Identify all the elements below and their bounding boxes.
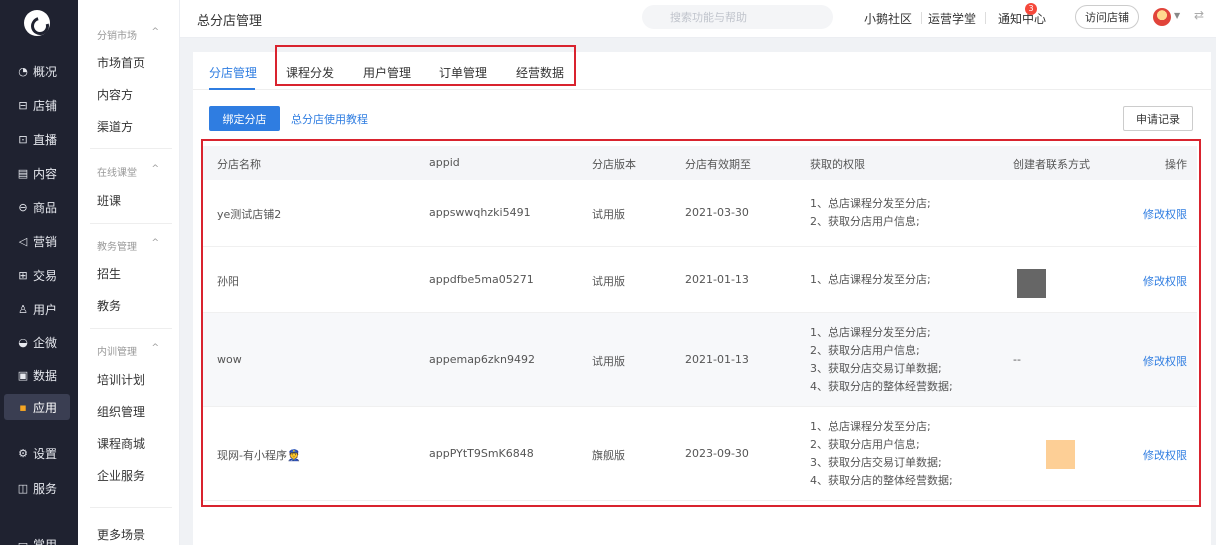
nav-item[interactable]: ◒ 企微 <box>4 329 70 355</box>
divider <box>90 507 172 508</box>
submenu-item[interactable]: 课程商城 <box>97 435 145 452</box>
submenu-group-label: 分销市场 <box>97 31 137 42</box>
submenu-more-link[interactable]: 更多场景 <box>97 526 145 543</box>
nav-item[interactable]: ⊡ 直播 <box>4 126 70 152</box>
nav-item[interactable]: ⊖ 商品 <box>4 194 70 220</box>
nav-item-label: 用户 <box>33 302 58 317</box>
nav-icon: ◁ <box>18 234 28 248</box>
nav-item-label: 常用 <box>33 537 58 545</box>
divider <box>90 148 172 149</box>
divider <box>90 328 172 329</box>
submenu-group-title[interactable]: 内训管理 ^ <box>97 343 161 358</box>
visit-store-button[interactable]: 访问店铺 <box>1075 5 1139 29</box>
nav-icon: ⊞ <box>18 268 28 282</box>
nav-item[interactable]: ⊟ 店铺 <box>4 92 70 118</box>
secondary-menu: 分销市场 ^ 市场首页内容方渠道方在线课堂 ^ 班课教务管理 ^ 招生教务内训管理 ^ 培训计划… <box>78 0 180 545</box>
nav-icon: ▭ <box>17 537 29 545</box>
divider <box>921 12 922 24</box>
submenu-group-label: 内训管理 <box>97 347 137 358</box>
nav-icon: ▪ <box>19 400 27 414</box>
submenu-item[interactable]: 组织管理 <box>97 403 145 420</box>
submenu-group-title[interactable]: 教务管理 ^ <box>97 238 161 253</box>
notification-link[interactable]: 通知中心 <box>998 10 1046 27</box>
highlight-box-tabs <box>275 45 576 86</box>
submenu-item[interactable]: 市场首页 <box>97 54 145 71</box>
nav-item-label: 交易 <box>33 268 58 283</box>
nav-icon: ⊟ <box>18 98 28 112</box>
chevron-up-icon[interactable]: ^ <box>151 343 159 353</box>
nav-item[interactable]: ⚙ 设置 <box>4 440 70 466</box>
nav-item-label: 服务 <box>33 481 58 496</box>
nav-item-label: 概况 <box>33 64 58 79</box>
nav-item-label: 直播 <box>33 132 58 147</box>
primary-nav: ◔ 概况 ⊟ 店铺 ⊡ 直播 ▤ 内容 ⊖ 商品 ◁ 营销 ⊞ 交易 ♙ 用户 ◒ 企微 ▣ 数据 ▪ 应用 ⚙ 设置 ◫ 服务 ▭… <box>0 0 78 545</box>
nav-item-label: 店铺 <box>33 98 58 113</box>
nav-item[interactable]: ◁ 营销 <box>4 228 70 254</box>
logo-icon[interactable] <box>24 10 50 36</box>
avatar[interactable] <box>1153 8 1171 26</box>
active-tab-indicator <box>209 88 255 90</box>
main-card: 分店管理 课程分发 用户管理 订单管理 经营数据 绑定分店 总分店使用教程 申请… <box>193 45 1211 545</box>
chevron-up-icon[interactable]: ^ <box>151 238 159 248</box>
submenu-item[interactable]: 渠道方 <box>97 118 133 135</box>
records-button[interactable]: 申请记录 <box>1123 106 1193 131</box>
nav-item-label: 商品 <box>33 200 58 215</box>
nav-item-label: 设置 <box>33 446 58 461</box>
submenu-item[interactable]: 教务 <box>97 297 121 314</box>
tabs-bar: 分店管理 课程分发 用户管理 订单管理 经营数据 <box>193 45 1211 90</box>
search-input[interactable] <box>642 5 833 29</box>
community-link[interactable]: 小鹅社区 <box>864 10 912 27</box>
nav-item[interactable]: ▭ 常用 <box>4 531 70 545</box>
submenu-group-label: 在线课堂 <box>97 168 137 179</box>
nav-icon: ◫ <box>17 481 29 495</box>
switch-icon[interactable]: ⇄ <box>1194 8 1204 22</box>
nav-icon: ♙ <box>18 302 28 316</box>
submenu-group-title[interactable]: 在线课堂 ^ <box>97 164 161 179</box>
divider <box>985 12 986 24</box>
nav-icon: ◔ <box>18 64 28 78</box>
divider <box>90 223 172 224</box>
nav-item-label: 营销 <box>33 234 58 249</box>
nav-item[interactable]: ◔ 概况 <box>4 58 70 84</box>
nav-icon: ⊖ <box>18 200 28 214</box>
highlight-box-table <box>201 139 1201 507</box>
nav-icon: ▤ <box>17 166 29 180</box>
page-title: 总分店管理 <box>197 14 263 29</box>
nav-item-label: 应用 <box>33 400 58 415</box>
submenu-item[interactable]: 培训计划 <box>97 371 145 388</box>
notification-badge: 3 <box>1025 3 1037 15</box>
bind-branch-button[interactable]: 绑定分店 <box>209 106 280 131</box>
academy-link[interactable]: 运营学堂 <box>928 10 976 27</box>
submenu-item[interactable]: 企业服务 <box>97 467 145 484</box>
nav-icon: ◒ <box>18 335 28 349</box>
submenu-group-title[interactable]: 分销市场 ^ <box>97 27 161 42</box>
tutorial-link[interactable]: 总分店使用教程 <box>291 111 368 127</box>
nav-icon: ▣ <box>17 368 29 382</box>
submenu-item[interactable]: 班课 <box>97 192 121 209</box>
nav-icon: ⊡ <box>18 132 28 146</box>
nav-item-label: 内容 <box>33 166 58 181</box>
nav-item-label: 企微 <box>33 335 58 350</box>
top-header: 总分店管理 小鹅社区 运营学堂 通知中心 3 访问店铺 ▼ ⇄ <box>180 0 1216 38</box>
chevron-up-icon[interactable]: ^ <box>151 164 159 174</box>
submenu-item[interactable]: 内容方 <box>97 86 133 103</box>
chevron-down-icon[interactable]: ▼ <box>1174 11 1180 20</box>
tab-branch-management[interactable]: 分店管理 <box>209 64 257 81</box>
nav-item[interactable]: ♙ 用户 <box>4 296 70 322</box>
chevron-up-icon[interactable]: ^ <box>151 27 159 37</box>
submenu-group-label: 教务管理 <box>97 242 137 253</box>
nav-item[interactable]: ▤ 内容 <box>4 160 70 186</box>
nav-item[interactable]: ▣ 数据 <box>4 362 70 388</box>
nav-item[interactable]: ◫ 服务 <box>4 475 70 501</box>
nav-icon: ⚙ <box>18 446 28 460</box>
nav-item[interactable]: ⊞ 交易 <box>4 262 70 288</box>
submenu-item[interactable]: 招生 <box>97 265 121 282</box>
nav-item[interactable]: ▪ 应用 <box>4 394 70 420</box>
nav-item-label: 数据 <box>33 368 58 383</box>
